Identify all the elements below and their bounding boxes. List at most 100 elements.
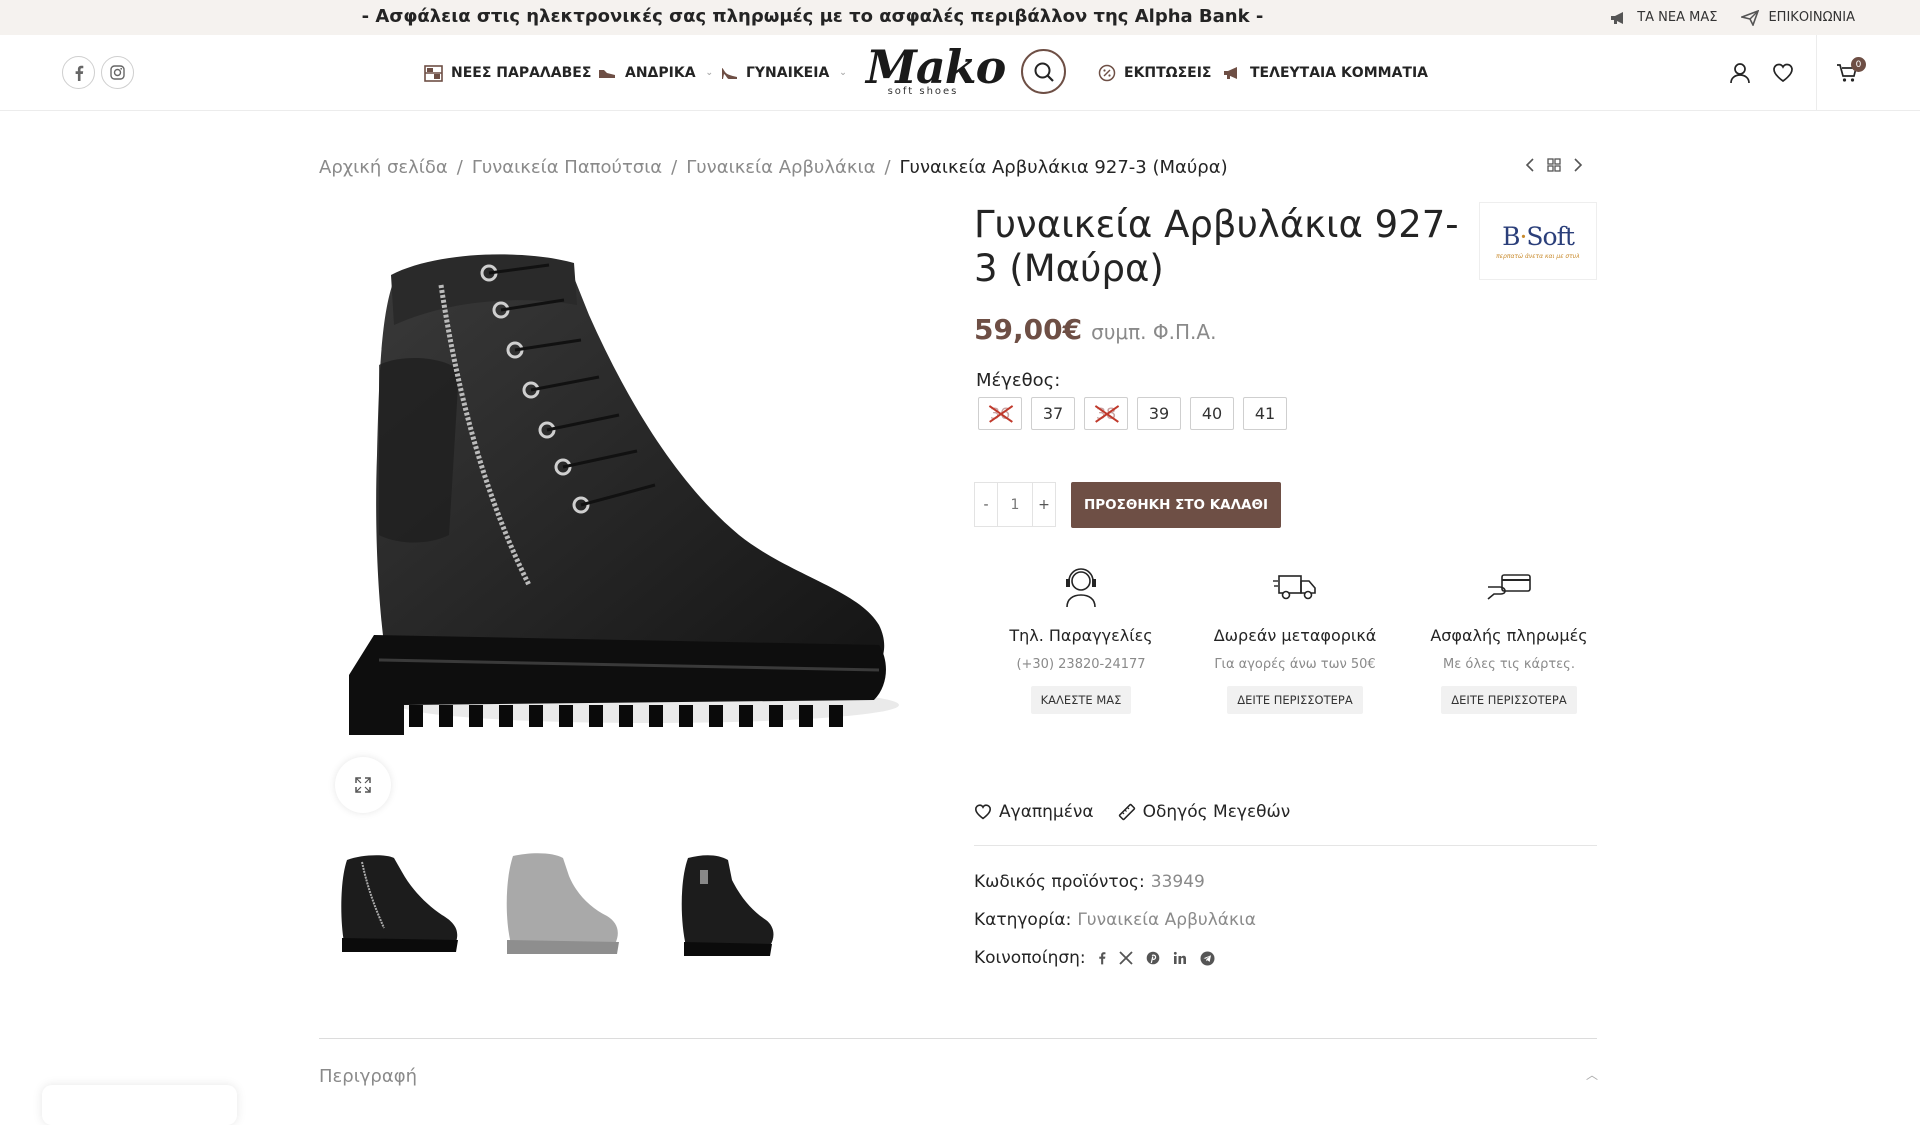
quantity-input[interactable]: 1	[998, 482, 1032, 527]
nav-men[interactable]: ΑΝΔΡΙΚΑ ⌄	[598, 35, 713, 111]
quantity-increase-button[interactable]: +	[1032, 482, 1056, 527]
thumbnail-image[interactable]	[319, 840, 474, 970]
breadcrumb-separator: /	[456, 157, 463, 178]
grid-icon[interactable]	[1547, 158, 1561, 172]
truck-icon	[1273, 562, 1317, 612]
topbar-link-news[interactable]: ΤΑ ΝΕΑ ΜΑΣ	[1610, 10, 1717, 25]
topbar-link-label: ΕΠΙΚΟΙΝΩΝΙΑ	[1768, 10, 1855, 25]
wishlist-label: Αγαπημένα	[999, 802, 1094, 822]
feature-secure-payments: Ασφαλής πληρωμές Με όλες τις κάρτες. ΔΕΙ…	[1402, 562, 1616, 714]
x-twitter-icon[interactable]	[1119, 951, 1133, 965]
product-thumbnails	[319, 840, 800, 970]
feature-title: Ασφαλής πληρωμές	[1430, 626, 1588, 645]
nav-label: ΤΕΛΕΥΤΑΙΑ ΚΟΜΜΑΤΙΑ	[1250, 65, 1428, 81]
nav-new-arrivals[interactable]: ΝΕΕΣ ΠΑΡΑΛΑΒΕΣ	[424, 35, 591, 111]
floating-widget[interactable]	[42, 1085, 237, 1125]
heart-icon	[974, 804, 992, 820]
cart-count-badge: 0	[1851, 57, 1866, 72]
category-label: Κατηγορία:	[974, 910, 1072, 930]
service-features: Τηλ. Παραγγελίες (+30) 23820-24177 ΚΑΛΕΣ…	[974, 562, 1617, 714]
breadcrumb-current: Γυναικεία Αρβυλάκια 927-3 (Μαύρα)	[899, 157, 1228, 178]
nav-label: ΝΕΕΣ ΠΑΡΑΛΑΒΕΣ	[451, 65, 592, 81]
nav-last-pieces[interactable]: ΤΕΛΕΥΤΑΙΑ ΚΟΜΜΑΤΙΑ	[1223, 35, 1428, 111]
sku-label: Κωδικός προϊόντος:	[974, 872, 1145, 892]
ruler-icon	[1118, 803, 1136, 821]
topbar-link-contact[interactable]: ΕΠΙΚΟΙΝΩΝΙΑ	[1741, 9, 1855, 26]
chevron-left-icon[interactable]	[1525, 158, 1535, 172]
zoom-button[interactable]	[335, 757, 391, 813]
feature-free-shipping: Δωρεάν μεταφορικά Για αγορές άνω των 50€…	[1188, 562, 1402, 714]
feature-subtitle: Για αγορές άνω των 50€	[1214, 657, 1376, 672]
see-more-button[interactable]: ΔΕΙΤΕ ΠΕΡΙΣΣΟΤΕΡΑ	[1227, 686, 1363, 714]
call-us-button[interactable]: ΚΑΛΕΣΤΕ ΜΑΣ	[1030, 686, 1132, 714]
quantity-decrease-button[interactable]: -	[974, 482, 998, 527]
breadcrumb-link-home[interactable]: Αρχική σελίδα	[319, 157, 448, 178]
size-option[interactable]: 37	[1031, 397, 1075, 430]
share-label: Κοινοποίηση:	[974, 948, 1086, 968]
facebook-icon[interactable]	[1098, 951, 1106, 965]
product-title: Γυναικεία Αρβυλάκια 927-3 (Μαύρα)	[974, 203, 1459, 290]
size-option[interactable]: 40	[1190, 397, 1234, 430]
breadcrumb: Αρχική σελίδα / Γυναικεία Παπούτσια / Γυ…	[319, 157, 1228, 178]
account-icon[interactable]	[1718, 35, 1761, 111]
product-category: Κατηγορία: Γυναικεία Αρβυλάκια	[974, 910, 1256, 930]
linkedin-icon[interactable]	[1173, 951, 1187, 965]
divider	[974, 845, 1597, 846]
size-guide-link[interactable]: Οδηγός Μεγεθών	[1118, 802, 1290, 822]
product-actions: Αγαπημένα Οδηγός Μεγεθών	[974, 802, 1290, 822]
price-amount: 59,00€	[974, 313, 1083, 346]
facebook-icon[interactable]	[62, 56, 95, 89]
price-vat-note: συμπ. Φ.Π.Α.	[1091, 320, 1217, 344]
see-more-button[interactable]: ΔΕΙΤΕ ΠΕΡΙΣΣΟΤΕΡΑ	[1441, 686, 1577, 714]
size-option-unavailable[interactable]: 38	[1084, 397, 1128, 430]
category-link[interactable]: Γυναικεία Αρβυλάκια	[1077, 910, 1256, 930]
add-to-wishlist-link[interactable]: Αγαπημένα	[974, 802, 1094, 822]
topbar-link-label: ΤΑ ΝΕΑ ΜΑΣ	[1637, 10, 1718, 25]
breadcrumb-link-women-shoes[interactable]: Γυναικεία Παπούτσια	[472, 157, 662, 178]
add-to-cart-button[interactable]: ΠΡΟΣΘΗΚΗ ΣΤΟ ΚΑΛΑΘΙ	[1071, 482, 1281, 528]
product-main-image[interactable]	[319, 205, 919, 815]
megaphone-icon	[1610, 11, 1628, 25]
site-logo[interactable]: Mako soft shoes	[866, 42, 1006, 106]
search-button[interactable]	[1021, 49, 1066, 94]
feature-subtitle: (+30) 23820-24177	[1016, 657, 1146, 672]
topbar-links: ΤΑ ΝΕΑ ΜΑΣ ΕΠΙΚΟΙΝΩΝΙΑ	[1610, 0, 1855, 35]
paper-plane-icon	[1741, 9, 1760, 26]
tab-description[interactable]: Περιγραφή	[319, 1066, 417, 1087]
product-sku: Κωδικός προϊόντος: 33949	[974, 872, 1205, 892]
size-option-unavailable[interactable]: 36	[978, 397, 1022, 430]
headset-icon	[1061, 562, 1101, 612]
chevron-up-icon[interactable]: ︿	[1586, 1066, 1598, 1083]
search-icon	[1033, 61, 1055, 83]
cart-button[interactable]: 0	[1816, 35, 1876, 111]
expand-icon	[355, 777, 371, 793]
pinterest-icon[interactable]	[1146, 951, 1160, 965]
heart-icon[interactable]	[1761, 35, 1804, 111]
product-price: 59,00€ συμπ. Φ.Π.Α.	[974, 313, 1216, 346]
megaphone-icon	[1223, 66, 1242, 80]
nav-sales[interactable]: ΕΚΠΤΩΣΕΙΣ	[1098, 35, 1211, 111]
feature-title: Τηλ. Παραγγελίες	[1009, 626, 1153, 645]
feature-phone-orders: Τηλ. Παραγγελίες (+30) 23820-24177 ΚΑΛΕΣ…	[974, 562, 1188, 714]
chevron-down-icon: ⌄	[705, 68, 714, 78]
size-label: Μέγεθος:	[976, 370, 1061, 391]
card-hand-icon	[1486, 562, 1532, 612]
top-announcement-bar: - Ασφάλεια στις ηλεκτρονικές σας πληρωμέ…	[0, 0, 1920, 35]
thumbnail-image[interactable]	[482, 840, 637, 970]
mens-shoe-icon	[598, 67, 617, 79]
brand-logo[interactable]: B·Soft περπατώ άνετα και με στυλ	[1479, 202, 1597, 280]
nav-label: ΑΝΔΡΙΚΑ	[625, 65, 696, 81]
chevron-right-icon[interactable]	[1573, 158, 1583, 172]
instagram-icon[interactable]	[101, 56, 134, 89]
nav-women[interactable]: ΓΥΝΑΙΚΕΙΑ ⌄	[721, 35, 847, 111]
heel-icon	[721, 66, 738, 80]
social-links	[62, 56, 134, 89]
telegram-icon[interactable]	[1200, 951, 1215, 966]
size-option[interactable]: 41	[1243, 397, 1287, 430]
brand-tagline: περπατώ άνετα και με στυλ	[1496, 253, 1580, 260]
chevron-down-icon: ⌄	[839, 68, 847, 78]
breadcrumb-link-women-boots[interactable]: Γυναικεία Αρβυλάκια	[686, 157, 875, 178]
discount-icon	[1098, 64, 1116, 82]
thumbnail-image[interactable]	[645, 840, 800, 970]
size-option[interactable]: 39	[1137, 397, 1181, 430]
